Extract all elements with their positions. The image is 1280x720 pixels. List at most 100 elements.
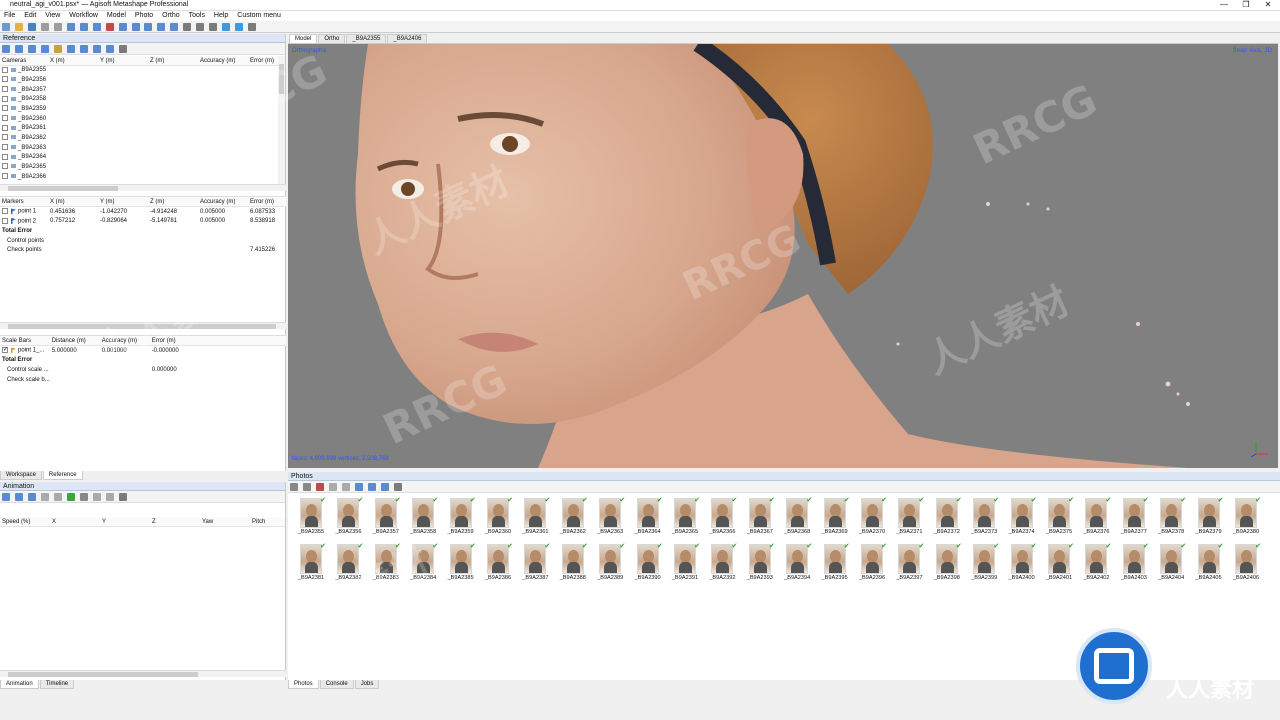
photo-thumbnail[interactable]: ✔ _B9A2382 (333, 543, 363, 581)
new-track-icon[interactable] (2, 493, 10, 501)
scalebar-distance[interactable]: 5.000000 (50, 346, 100, 356)
marker-y[interactable]: -1.042270 (98, 207, 148, 217)
redo-icon[interactable] (53, 23, 62, 31)
dense-cloud-icon[interactable] (196, 23, 205, 31)
camera-checkbox[interactable] (2, 85, 8, 92)
zoom-in-icon[interactable] (144, 23, 153, 31)
scalebar-checkbox[interactable] (2, 347, 8, 354)
camera-checkbox[interactable] (2, 173, 8, 180)
photo-thumbnail[interactable]: ✔ _B9A2406 (1231, 543, 1261, 581)
convert-icon[interactable] (27, 45, 36, 53)
col-y[interactable]: Y (m) (98, 56, 148, 67)
save-icon[interactable] (27, 23, 36, 31)
reset-view-icon[interactable] (170, 23, 179, 31)
camera-row[interactable]: _B9A2362 (0, 134, 278, 144)
photo-thumbnail[interactable]: ✔ _B9A2392 (707, 543, 737, 581)
col-distance[interactable]: Distance (m) (49, 336, 100, 347)
update-icon[interactable] (66, 45, 75, 53)
tab-reference[interactable]: Reference (42, 471, 83, 480)
view-mode-icon[interactable] (393, 483, 402, 491)
photo-thumbnail[interactable]: ✔ _B9A2395 (820, 543, 850, 581)
large-icons-icon[interactable] (367, 483, 376, 491)
model-viewport[interactable]: Orthographic Snap: Axis, 3D faces: 4,999… (288, 44, 1278, 468)
play-icon[interactable] (40, 493, 49, 501)
camera-checkbox[interactable] (2, 163, 8, 170)
scalebar-accuracy[interactable]: 0.001000 (100, 346, 150, 356)
menu-model[interactable]: Model (107, 12, 126, 19)
col-z[interactable]: Z (150, 517, 200, 528)
open-track-icon[interactable] (14, 493, 23, 501)
photo-thumbnail[interactable]: ✔ _B9A2367 (745, 497, 775, 535)
camera-row[interactable]: _B9A2360 (0, 115, 278, 125)
photo-thumbnail[interactable]: ✔ _B9A2369 (820, 497, 850, 535)
photo-thumbnail[interactable]: ✔ _B9A2384 (408, 543, 438, 581)
crop-icon[interactable] (118, 23, 127, 31)
tab-jobs[interactable]: Jobs (354, 680, 380, 689)
photo-thumbnail[interactable]: ✔ _B9A2372 (932, 497, 962, 535)
remove-photo-icon[interactable] (315, 483, 324, 491)
col-speed[interactable]: Speed (%) (0, 517, 50, 528)
photo-thumbnail[interactable]: ✔ _B9A2397 (894, 543, 924, 581)
photo-thumbnail[interactable]: ✔ _B9A2390 (633, 543, 663, 581)
camera-row[interactable]: _B9A2356 (0, 76, 278, 86)
camera-checkbox[interactable] (2, 134, 8, 141)
camera-row[interactable]: _B9A2361 (0, 124, 278, 134)
photo-thumbnail[interactable]: ✔ _B9A2355 (296, 497, 326, 535)
photo-thumbnail[interactable]: ✔ _B9A2398 (932, 543, 962, 581)
marker-accuracy[interactable]: 0.005000 (198, 207, 248, 217)
photo-thumbnail[interactable]: ✔ _B9A2387 (520, 543, 550, 581)
tab-photo-2355[interactable]: _B9A2355 (346, 34, 387, 43)
add-keyframe-icon[interactable] (66, 493, 75, 501)
col-accuracy[interactable]: Accuracy (m) (198, 197, 248, 208)
camera-row[interactable]: _B9A2365 (0, 163, 278, 173)
show-region-icon[interactable] (248, 23, 257, 31)
ruler-icon[interactable] (131, 23, 140, 31)
photo-thumbnail[interactable]: ✔ _B9A2399 (969, 543, 999, 581)
photo-thumbnail[interactable]: ✔ _B9A2366 (707, 497, 737, 535)
photo-thumbnail[interactable]: ✔ _B9A2386 (483, 543, 513, 581)
photo-thumbnail[interactable]: ✔ _B9A2394 (782, 543, 812, 581)
rotate-right-icon[interactable] (302, 483, 311, 491)
col-y[interactable]: Y (m) (98, 197, 148, 208)
minimize-button[interactable]: — (1214, 0, 1234, 9)
photo-thumbnail[interactable]: ✔ _B9A2393 (745, 543, 775, 581)
col-cameras[interactable]: Cameras (0, 56, 48, 67)
photo-thumbnail[interactable]: ✔ _B9A2370 (857, 497, 887, 535)
camera-row[interactable]: _B9A2364 (0, 153, 278, 163)
photo-thumbnail[interactable]: ✔ _B9A2385 (446, 543, 476, 581)
photo-thumbnail[interactable]: ✔ _B9A2404 (1156, 543, 1186, 581)
photo-thumbnail[interactable]: ✔ _B9A2378 (1156, 497, 1186, 535)
table-row[interactable]: point 2 0.757212 -0.829064 -5.149781 0.0… (0, 216, 286, 226)
tab-console[interactable]: Console (319, 680, 354, 689)
view-estimated-icon[interactable] (92, 45, 101, 53)
table-row[interactable]: point 1_... 5.000000 0.001000 -0.000000 (0, 346, 286, 356)
circle-selection-icon[interactable] (92, 23, 101, 31)
new-icon[interactable] (2, 23, 10, 31)
rectangle-selection-icon[interactable] (79, 23, 88, 31)
zoom-out-icon[interactable] (157, 23, 166, 31)
col-x[interactable]: X (m) (48, 197, 98, 208)
cameras-vscroll[interactable] (278, 56, 285, 184)
camera-checkbox[interactable] (2, 124, 8, 131)
col-z[interactable]: Z (m) (148, 56, 198, 67)
move-down-icon[interactable] (105, 493, 114, 501)
menu-photo[interactable]: Photo (135, 12, 153, 19)
photo-thumbnail[interactable]: ✔ _B9A2374 (1007, 497, 1037, 535)
details-icon[interactable] (380, 483, 389, 491)
photo-thumbnail[interactable]: ✔ _B9A2361 (520, 497, 550, 535)
marker-checkbox[interactable] (2, 208, 8, 215)
rotate-left-icon[interactable] (290, 483, 298, 491)
photo-thumbnail[interactable]: ✔ _B9A2405 (1194, 543, 1224, 581)
photo-thumbnail[interactable]: ✔ _B9A2400 (1007, 543, 1037, 581)
camera-checkbox[interactable] (2, 115, 8, 122)
col-accuracy[interactable]: Accuracy (m) (99, 336, 150, 347)
photo-thumbnail[interactable]: ✔ _B9A2373 (969, 497, 999, 535)
move-up-icon[interactable] (92, 493, 101, 501)
col-accuracy[interactable]: Accuracy (m) (198, 56, 248, 67)
export-icon[interactable] (14, 45, 23, 53)
photo-thumbnail[interactable]: ✔ _B9A2365 (670, 497, 700, 535)
undo-icon[interactable] (40, 23, 49, 31)
tab-animation[interactable]: Animation (0, 680, 39, 689)
camera-checkbox[interactable] (2, 105, 8, 112)
photo-thumbnail[interactable]: ✔ _B9A2402 (1081, 543, 1111, 581)
